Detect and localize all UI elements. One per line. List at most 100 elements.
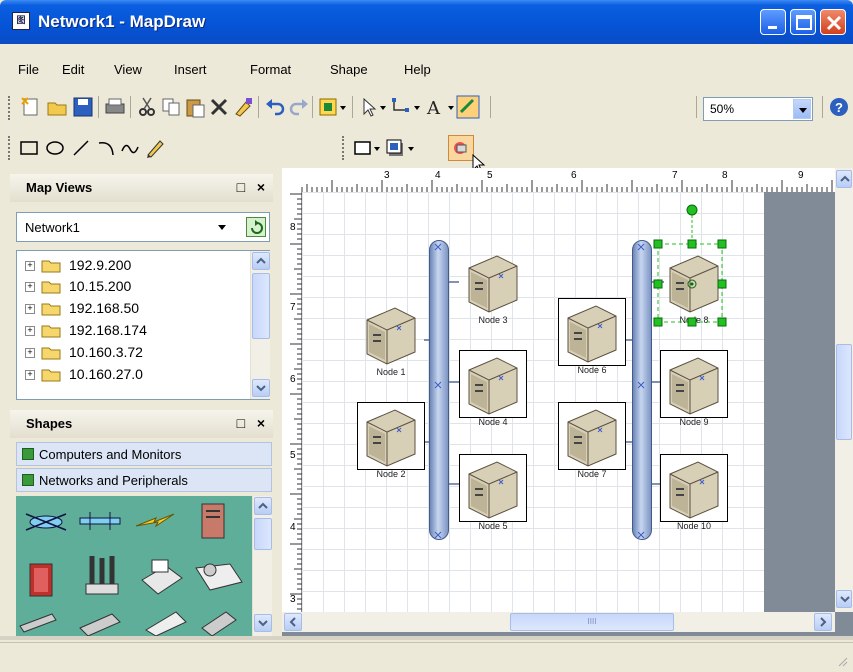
chevron-down-icon[interactable] <box>446 96 456 118</box>
menu-shape[interactable]: Shape <box>330 62 368 77</box>
close-icon[interactable]: × <box>257 415 265 431</box>
scroll-up-button[interactable] <box>252 252 270 270</box>
menu-edit[interactable]: Edit <box>62 62 84 77</box>
chevron-down-icon[interactable] <box>378 96 388 118</box>
paste-icon[interactable] <box>184 96 206 118</box>
network-node[interactable]: Node 1 <box>357 300 425 378</box>
maximize-button[interactable] <box>790 9 816 35</box>
cable-shape[interactable] <box>19 613 57 633</box>
toolbar-grip[interactable] <box>342 136 345 160</box>
menu-help[interactable]: Help <box>404 62 431 77</box>
toolbar-grip[interactable] <box>8 136 11 160</box>
scroll-left-button[interactable] <box>284 613 302 631</box>
close-icon[interactable]: × <box>257 179 265 195</box>
print-icon[interactable] <box>104 96 126 118</box>
rotation-handle[interactable] <box>686 204 698 216</box>
drawing-page[interactable]: Node 1 Node 2 Node 3 Node 4 Node 5 Node … <box>302 192 764 612</box>
drawing-vertical-scrollbar[interactable] <box>835 168 853 612</box>
freeform-icon[interactable] <box>120 137 142 159</box>
storage-shape[interactable] <box>29 563 53 597</box>
scroll-up-button[interactable] <box>836 170 852 188</box>
bus-shape[interactable] <box>79 512 121 530</box>
rectangle-icon[interactable] <box>18 137 40 159</box>
redo-icon[interactable] <box>288 96 310 118</box>
minimize-button[interactable] <box>760 9 786 35</box>
scroll-down-button[interactable] <box>254 614 272 632</box>
stencil-tab-networks[interactable]: Networks and Peripherals <box>16 468 272 492</box>
modem-shape[interactable] <box>79 613 121 636</box>
scroll-thumb[interactable] <box>252 273 270 339</box>
stencil-scrollbar[interactable] <box>252 496 272 636</box>
restore-icon[interactable]: □ <box>237 179 245 195</box>
chevron-down-icon[interactable] <box>372 137 382 159</box>
scroll-thumb[interactable] <box>254 518 272 550</box>
line-icon[interactable] <box>70 137 92 159</box>
chevron-down-icon[interactable] <box>793 99 811 119</box>
scroll-thumb[interactable] <box>836 344 852 440</box>
help-icon[interactable]: ? <box>828 96 850 118</box>
delete-icon[interactable] <box>208 96 230 118</box>
hub-shape[interactable] <box>25 513 67 531</box>
pencil-icon[interactable] <box>144 137 166 159</box>
fill-icon[interactable] <box>456 95 480 119</box>
antenna-shape[interactable] <box>85 556 119 595</box>
chevron-down-icon[interactable] <box>212 217 234 237</box>
chevron-down-icon[interactable] <box>412 96 422 118</box>
scanner-shape[interactable] <box>145 611 187 636</box>
text-icon[interactable]: A <box>424 96 446 118</box>
shadow-icon[interactable] <box>384 137 406 159</box>
close-button[interactable] <box>820 9 846 35</box>
network-node[interactable]: Node 2 <box>357 402 425 480</box>
network-node[interactable]: Node 10 <box>660 454 728 532</box>
border-icon[interactable] <box>352 137 374 159</box>
scroll-right-button[interactable] <box>814 613 832 631</box>
connector-icon[interactable] <box>390 96 412 118</box>
server-shape[interactable] <box>201 503 225 539</box>
arc-icon[interactable] <box>96 137 118 159</box>
expand-icon[interactable]: + <box>25 304 35 314</box>
scroll-thumb[interactable]: IIII <box>510 613 674 631</box>
network-node[interactable]: Node 4 <box>459 350 527 428</box>
chevron-down-icon[interactable] <box>338 96 348 118</box>
selection-handles[interactable] <box>652 198 734 330</box>
resize-grip-icon[interactable] <box>837 656 849 668</box>
ellipse-icon[interactable] <box>44 137 66 159</box>
map-icon[interactable] <box>318 96 340 118</box>
menu-file[interactable]: File <box>18 62 39 77</box>
restore-icon[interactable]: □ <box>237 415 245 431</box>
expand-icon[interactable]: + <box>25 261 35 271</box>
expand-icon[interactable]: + <box>25 348 35 358</box>
printer-shape[interactable] <box>141 559 183 595</box>
undo-icon[interactable] <box>264 96 286 118</box>
format-painter-icon[interactable] <box>232 96 254 118</box>
map-view-select[interactable]: Network1 <box>16 212 270 242</box>
expand-icon[interactable]: + <box>25 326 35 336</box>
plotter-shape[interactable] <box>195 563 243 591</box>
menu-insert[interactable]: Insert <box>174 62 207 77</box>
lightning-shape[interactable] <box>135 513 175 528</box>
drawing-horizontal-scrollbar[interactable]: IIII <box>282 612 835 632</box>
phone-shape[interactable] <box>201 611 237 636</box>
new-icon[interactable] <box>20 96 42 118</box>
pointer-icon[interactable] <box>358 96 380 118</box>
network-node[interactable]: Node 5 <box>459 454 527 532</box>
network-node[interactable]: Node 9 <box>660 350 728 428</box>
expand-icon[interactable]: + <box>25 370 35 380</box>
scroll-up-button[interactable] <box>254 497 272 515</box>
scroll-down-button[interactable] <box>252 379 270 397</box>
network-node[interactable]: Node 3 <box>459 248 527 326</box>
refresh-button[interactable] <box>246 217 266 237</box>
menu-view[interactable]: View <box>114 62 142 77</box>
copy-icon[interactable] <box>160 96 182 118</box>
menu-format[interactable]: Format <box>250 62 291 77</box>
network-node[interactable]: Node 6 <box>558 298 626 376</box>
expand-icon[interactable]: + <box>25 282 35 292</box>
tree-scrollbar[interactable] <box>250 251 270 399</box>
toolbar-grip[interactable] <box>8 96 11 120</box>
layout-icon[interactable] <box>448 135 474 161</box>
chevron-down-icon[interactable] <box>406 137 416 159</box>
stencil-tab-computers[interactable]: Computers and Monitors <box>16 442 272 466</box>
scroll-down-button[interactable] <box>836 590 852 608</box>
cut-icon[interactable] <box>136 96 158 118</box>
zoom-select[interactable]: 50% <box>703 97 813 121</box>
